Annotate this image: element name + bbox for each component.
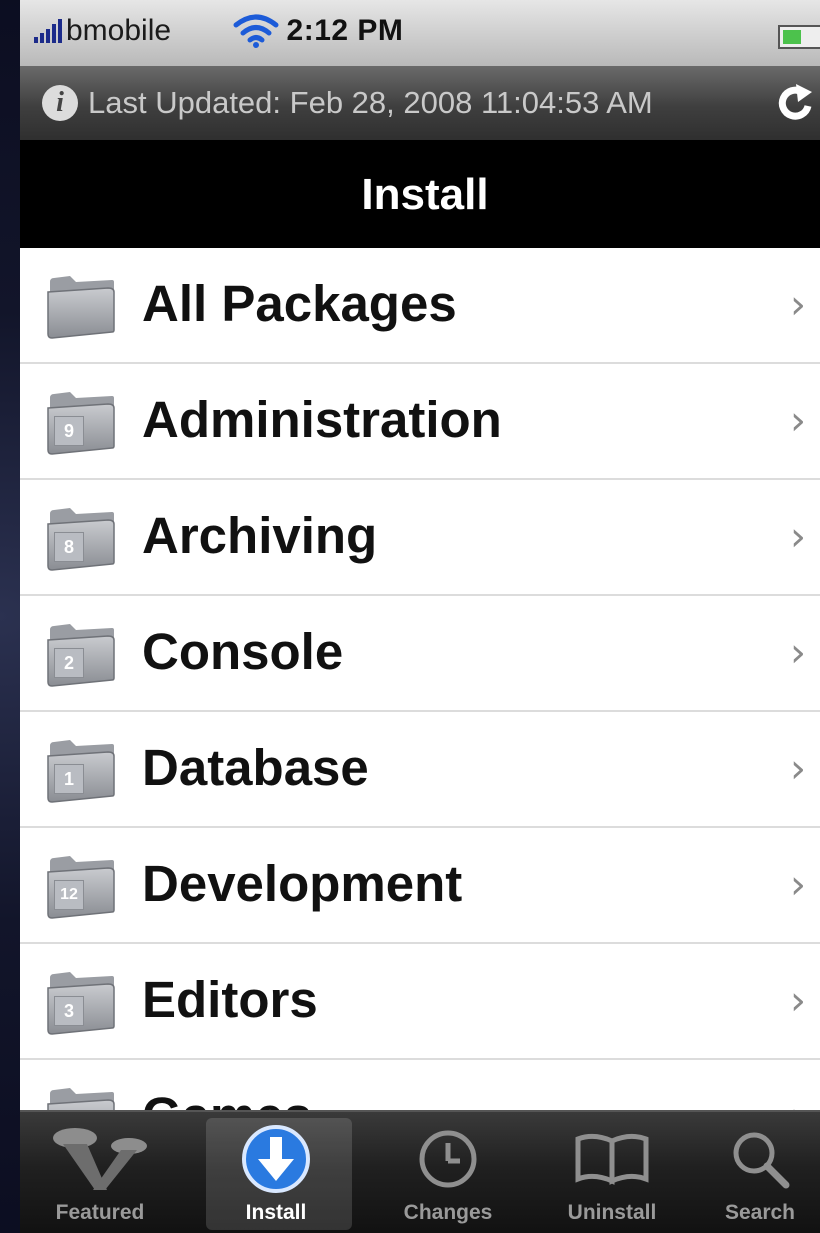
status-time: 2:12 PM [286, 14, 404, 47]
status-bar: bmobile 2:12 PM [20, 0, 820, 66]
folder-count-badge: 8 [54, 532, 84, 562]
tab-label-featured: Featured [55, 1201, 145, 1224]
page-title: Install [361, 170, 489, 219]
chevron-right-icon: › [790, 282, 806, 328]
tab-uninstall[interactable]: Uninstall [532, 1112, 692, 1233]
info-icon[interactable]: i [42, 85, 78, 121]
chevron-right-icon: › [790, 398, 806, 444]
list-item[interactable]: 1 Database › [20, 712, 820, 828]
phone-screen: bmobile 2:12 PM i Last Updated: Feb 28, … [20, 0, 820, 1233]
section-list: All Packages › 9 Administration › 8 Archiving ›… [20, 248, 820, 1110]
list-item[interactable]: 8 Archiving › [20, 480, 820, 596]
folder-icon [46, 274, 118, 340]
tab-bar: Featured Install Changes Uninstall Searc… [20, 1110, 820, 1233]
tab-label-search: Search [724, 1201, 796, 1224]
list-item[interactable]: 2 Console › [20, 596, 820, 712]
tab-changes[interactable]: Changes [368, 1112, 528, 1233]
list-item-label: Administration [142, 391, 502, 448]
chevron-right-icon: › [790, 1094, 806, 1110]
folder-count-badge: 2 [54, 648, 84, 678]
last-updated-bar: i Last Updated: Feb 28, 2008 11:04:53 AM [20, 66, 820, 140]
chevron-right-icon: › [790, 746, 806, 792]
tab-label-install: Install [245, 1201, 307, 1224]
device-frame: bmobile 2:12 PM i Last Updated: Feb 28, … [0, 0, 820, 1233]
folder-count-badge: 12 [54, 880, 84, 910]
tab-label-uninstall: Uninstall [567, 1201, 657, 1224]
chevron-right-icon: › [790, 514, 806, 560]
book-icon [532, 1124, 692, 1194]
last-updated-text: Last Updated: Feb 28, 2008 11:04:53 AM [88, 85, 653, 120]
tab-label-changes: Changes [403, 1201, 493, 1224]
featured-icon [20, 1124, 180, 1194]
list-item-label: Database [142, 739, 369, 796]
folder-icon [46, 1086, 118, 1110]
chevron-right-icon: › [790, 862, 806, 908]
list-item-label: Archiving [142, 507, 378, 564]
navigation-bar: Install [20, 140, 820, 248]
list-item[interactable]: All Packages › [20, 248, 820, 364]
list-item[interactable]: 9 Administration › [20, 364, 820, 480]
clock-icon [368, 1124, 528, 1194]
list-item[interactable]: 12 Development › [20, 828, 820, 944]
install-icon [196, 1124, 356, 1194]
chevron-right-icon: › [790, 630, 806, 676]
list-item-label: Development [142, 855, 463, 912]
refresh-icon[interactable] [774, 82, 818, 134]
list-item-label: All Packages [142, 275, 457, 332]
tab-featured[interactable]: Featured [20, 1112, 180, 1233]
folder-count-badge: 1 [54, 764, 84, 794]
list-item-label: Console [142, 623, 344, 680]
search-icon [680, 1124, 820, 1194]
battery-icon [778, 25, 820, 49]
list-item[interactable]: 4Games› [20, 1060, 820, 1110]
folder-count-badge: 3 [54, 996, 84, 1026]
tab-install[interactable]: Install [196, 1112, 356, 1233]
tab-search[interactable]: Search [680, 1112, 820, 1233]
list-item-label: Games [142, 1086, 312, 1110]
list-item-label: Editors [142, 971, 318, 1028]
chevron-right-icon: › [790, 978, 806, 1024]
list-item[interactable]: 3 Editors › [20, 944, 820, 1060]
folder-count-badge: 9 [54, 416, 84, 446]
